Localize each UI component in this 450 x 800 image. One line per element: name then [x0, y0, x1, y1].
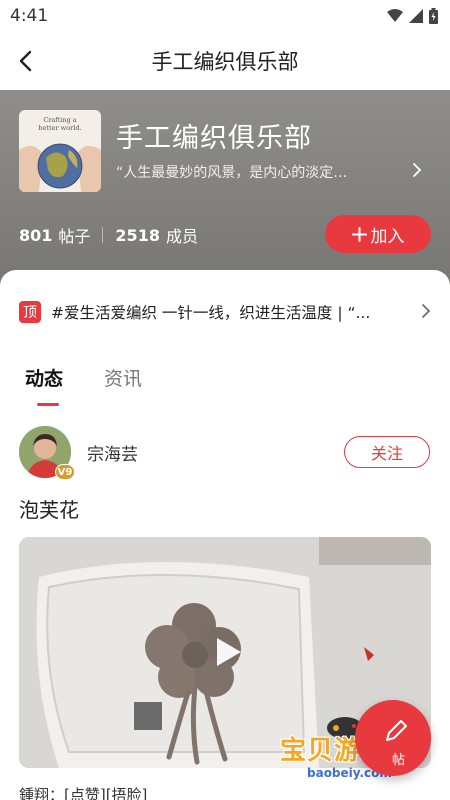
members-label: 成员: [165, 227, 198, 246]
create-post-label: 帖: [392, 753, 406, 768]
level-badge: V9: [55, 464, 75, 480]
follow-button[interactable]: 关注: [344, 436, 430, 468]
group-stats: 801 帖子 2518 成员: [19, 223, 198, 247]
pen-icon: [386, 720, 407, 741]
feed-tabs: 动态 资讯: [0, 352, 450, 410]
status-bar: 4:41: [0, 0, 450, 32]
group-cover-image: Crafting a better world.: [19, 110, 101, 192]
tab-dynamics[interactable]: 动态: [25, 364, 63, 391]
plus-icon: [351, 226, 367, 242]
group-name: 手工编织俱乐部: [116, 123, 312, 154]
group-header: Crafting a better world. 手工编织俱乐部 “人生最曼妙的…: [0, 90, 450, 290]
posts-count: 801: [19, 225, 53, 245]
status-icons: [387, 8, 438, 24]
yarn-globe-illustration: [19, 143, 101, 192]
nav-bar: 手工编织俱乐部: [0, 32, 450, 90]
back-button[interactable]: [10, 45, 42, 77]
post-title[interactable]: 泡芙花: [19, 494, 79, 523]
pinned-post-text: #爱生活爱编织 一针一线，织进生活温度 | “...: [51, 304, 371, 322]
post-author-row: V9 宗海芸 关注: [19, 426, 431, 480]
author-name[interactable]: 宗海芸: [87, 440, 138, 465]
signal-icon: [409, 9, 423, 23]
join-label: 加入: [370, 226, 405, 247]
join-button[interactable]: 加入: [325, 215, 431, 253]
battery-icon: [429, 8, 438, 24]
comment-preview[interactable]: 鍾翔：[点赞][捂脸]: [19, 784, 147, 800]
posts-label: 帖子: [58, 227, 91, 246]
members-count: 2518: [115, 225, 160, 245]
status-time: 4:41: [10, 6, 49, 26]
tab-news[interactable]: 资讯: [104, 364, 142, 391]
wifi-icon: [387, 9, 403, 22]
quote-expand-button[interactable]: [412, 162, 430, 182]
active-tab-indicator: [37, 403, 59, 406]
play-icon[interactable]: [209, 634, 245, 670]
stats-divider: [102, 227, 104, 243]
chevron-right-icon: [413, 163, 422, 177]
back-arrow-icon: [19, 50, 32, 72]
group-quote[interactable]: “人生最曼妙的风景，是内心的淡定…: [116, 162, 396, 182]
chevron-right-icon: [422, 304, 431, 318]
page-title: 手工编织俱乐部: [151, 50, 299, 74]
pinned-post[interactable]: 顶 #爱生活爱编织 一针一线，织进生活温度 | “...: [19, 298, 431, 326]
pinned-badge: 顶: [19, 301, 41, 323]
